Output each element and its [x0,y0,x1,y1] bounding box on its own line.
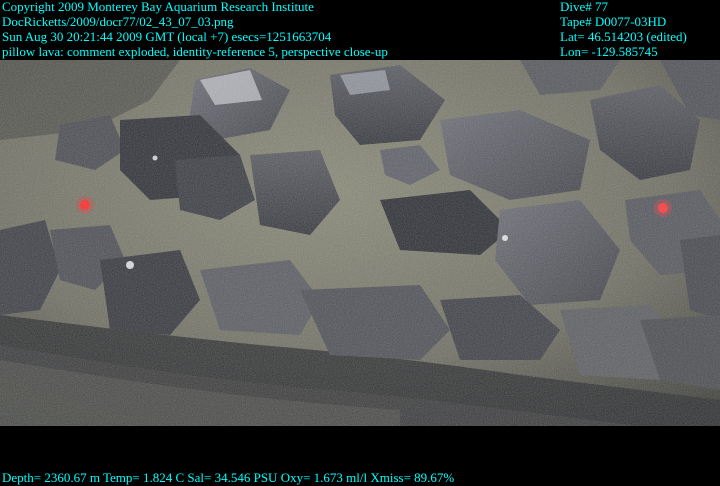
copyright-text: Copyright 2009 Monterey Bay Aquarium Res… [2,0,314,14]
header-left: Copyright 2009 Monterey Bay Aquarium Res… [2,0,388,60]
latitude: Lat= 46.514203 (edited) [560,29,687,44]
tape-number: Tape# D0077-03HD [560,14,667,29]
header-right: Dive# 77 Tape# D0077-03HD Lat= 46.514203… [560,0,687,60]
seafloor-image [0,60,720,426]
description-text: pillow lava: comment exploded, identity-… [2,44,388,59]
dive-number: Dive# 77 [560,0,609,14]
grain-overlay [0,60,720,426]
seafloor-scene [0,60,720,426]
timestamp-text: Sun Aug 30 20:21:44 2009 GMT (local +7) … [2,29,332,44]
video-frame: Copyright 2009 Monterey Bay Aquarium Res… [0,0,720,486]
telemetry-text: Depth= 2360.67 m Temp= 1.824 C Sal= 34.5… [2,470,455,485]
file-path-text: DocRicketts/2009/docr77/02_43_07_03.png [2,14,234,29]
longitude: Lon= -129.585745 [560,44,658,59]
telemetry-footer: Depth= 2360.67 m Temp= 1.824 C Sal= 34.5… [2,471,454,486]
